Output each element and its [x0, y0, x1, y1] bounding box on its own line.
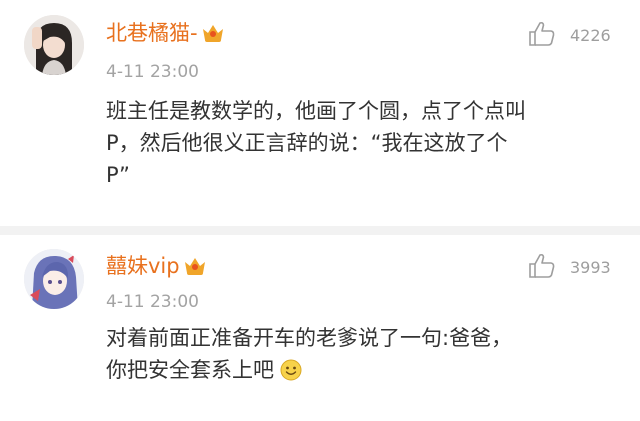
comment-body: 班主任是教数学的，他画了个圆，点了个点叫 P，然后他很义正言辞的说：“我在这放了…: [106, 95, 616, 191]
avatar[interactable]: [24, 15, 84, 75]
comment-line: 班主任是教数学的，他画了个圆，点了个点叫: [106, 99, 526, 123]
username-text[interactable]: 囍妹vip: [106, 254, 180, 278]
comment-line: 对着前面正准备开车的老爹说了一句:爸爸，: [106, 326, 513, 350]
like-count: 3993: [570, 258, 611, 277]
like-button[interactable]: 4226: [528, 21, 611, 51]
smile-emoji-icon: [280, 358, 302, 390]
username[interactable]: 囍妹vip: [106, 253, 208, 283]
avatar-image: [24, 249, 84, 309]
comment-body: 对着前面正准备开车的老爹说了一句:爸爸， 你把安全套系上吧: [106, 322, 616, 386]
thumbs-up-icon: [528, 253, 556, 283]
comment-line-text: 你把安全套系上吧: [106, 358, 274, 382]
username-text[interactable]: 北巷橘猫-: [106, 21, 198, 45]
crown-icon: [182, 255, 208, 283]
comment-line: P，然后他很义正言辞的说：“我在这放了个: [106, 131, 508, 155]
comment-line-with-emoji: 你把安全套系上吧: [106, 354, 616, 386]
avatar[interactable]: [24, 249, 84, 309]
avatar-image: [24, 15, 84, 75]
thumbs-up-icon: [528, 21, 556, 51]
like-button[interactable]: 3993: [528, 253, 611, 283]
comment-item: 囍妹vip 4-11 23:00 3993 对着前面正准备开车的老爹说了一句:爸…: [0, 235, 640, 421]
comment-time: 4-11 23:00: [106, 292, 199, 312]
like-count: 4226: [570, 26, 611, 45]
username[interactable]: 北巷橘猫-: [106, 20, 226, 50]
comment-divider: [0, 226, 640, 235]
crown-icon: [200, 22, 226, 50]
comment-item: 北巷橘猫- 4-11 23:00 4226 班主任是教数学的，他画了个圆，点了个…: [0, 0, 640, 226]
comment-line: P”: [106, 163, 130, 187]
comment-time: 4-11 23:00: [106, 62, 199, 82]
